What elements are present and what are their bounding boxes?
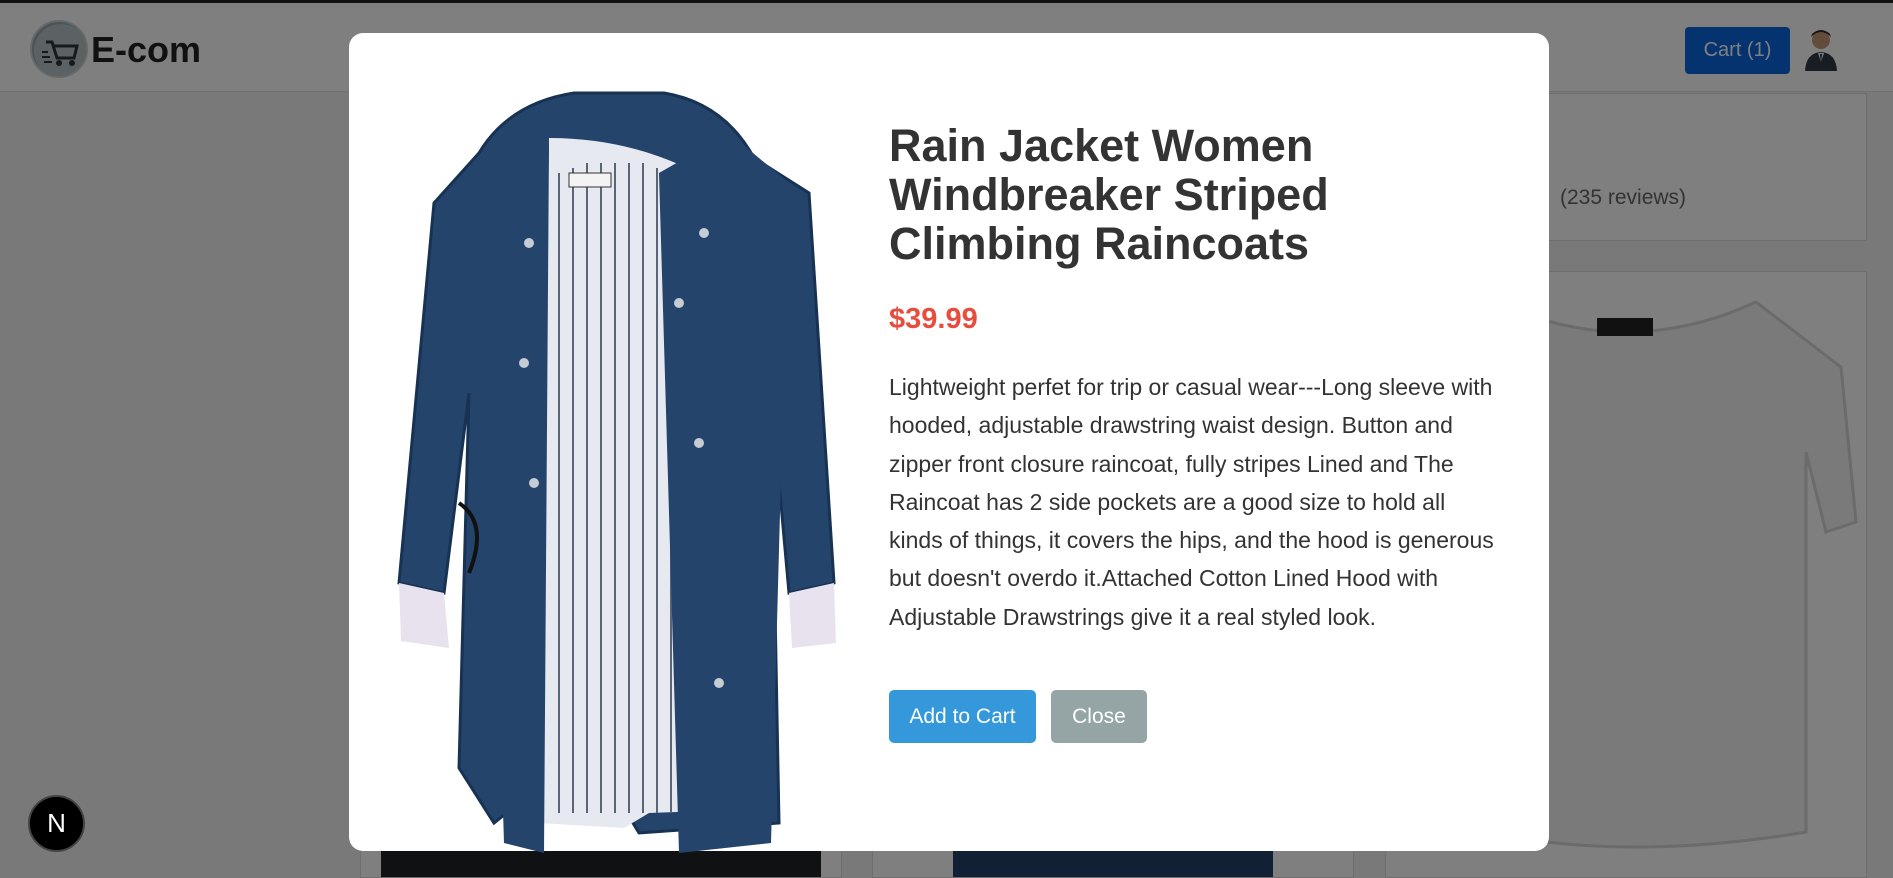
close-button[interactable]: Close: [1051, 690, 1147, 743]
product-detail-modal: Rain Jacket Women Windbreaker Striped Cl…: [349, 33, 1549, 853]
product-price: $39.99: [889, 303, 978, 335]
product-title: Rain Jacket Women Windbreaker Striped Cl…: [889, 120, 1329, 269]
product-description: Lightweight perfet for trip or casual we…: [889, 374, 1494, 630]
navy-rain-jacket-image: [379, 63, 859, 853]
nextjs-dev-badge-icon[interactable]: N: [28, 795, 85, 852]
add-to-cart-button[interactable]: Add to Cart: [889, 690, 1036, 743]
product-info: Rain Jacket Women Windbreaker Striped Cl…: [889, 121, 1509, 636]
